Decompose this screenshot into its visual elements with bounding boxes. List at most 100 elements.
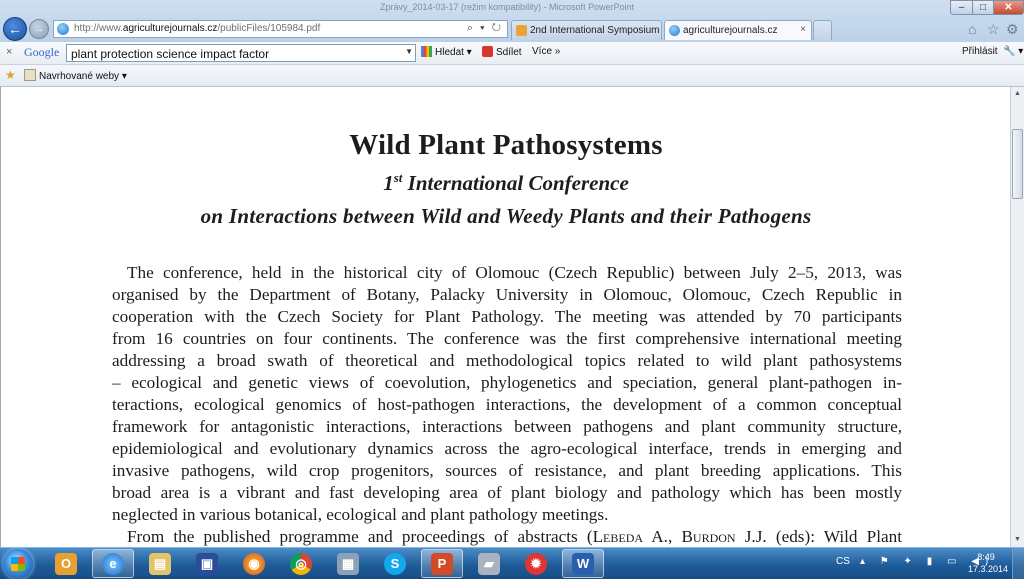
google-toolbar: × Google plant protection science impact… [0,42,1024,65]
pdf-viewport[interactable]: Wild Plant Pathosystems 1st Internationa… [0,87,1010,547]
subtitle-conference-text: International Conference [402,171,629,195]
favorites-star-icon[interactable]: ☆ [987,21,1000,38]
subtitle-ordinal: 1 [383,171,394,195]
minimize-button[interactable]: – [950,0,973,15]
maximize-button[interactable]: □ [972,0,994,15]
document-title: Wild Plant Pathosystems [349,129,663,161]
taskbar-calculator[interactable]: ▦ [327,549,369,578]
last-line-end: J.J. (eds): Wild Plant [735,527,902,546]
document-subtitle-conference: 1st International Conference [1,170,1010,196]
taskbar-skype[interactable]: S [374,549,416,578]
tab-close-icon[interactable]: × [800,24,806,35]
scroll-down-icon[interactable]: ▼ [1011,533,1024,547]
browser-title-bar: Zprávy_2014-03-17 (režim kompatibility) … [0,0,1024,43]
tab-symposium[interactable]: 2nd International Symposium ... [511,20,662,40]
clock-date: 17.3.2014 [968,564,1009,574]
author-name-1: Lebeda A. [592,527,668,546]
arrow-right-icon: → [33,23,45,35]
paragraph-line: cooperation with the Czech Society for P… [112,307,902,326]
paragraph-line: broad area is a vibrant and fast develop… [112,483,902,502]
tab-favicon-icon [516,25,527,36]
paragraph-line: invasive pathogens, wild crop progenitor… [112,461,902,480]
search-button-label: Hledat ▾ [435,47,472,58]
google-logo-text: Google [24,45,60,59]
search-value: plant protection science impact factor [71,47,270,61]
floppy-disk-icon: ▣ [196,552,218,575]
paragraph-line: epidemiological and evolutionary dynamic… [112,439,902,458]
wrench-icon[interactable]: 🔧 ▾ [1003,46,1023,57]
favorites-bar: ★ Navrhované weby ▾ [0,65,1024,87]
close-window-button[interactable]: ✕ [993,0,1024,15]
share-button[interactable]: Sdílet [482,46,522,58]
paragraph-line: neglected in various botanical, ecologic… [112,505,609,524]
tab-label: 2nd International Symposium ... [530,25,662,36]
url-prefix: http://www. [74,23,123,34]
paragraph-line: teractions, ecological genomics of host-… [112,395,902,414]
taskbar-red-app[interactable]: ✹ [515,549,557,578]
close-toolbar-icon[interactable]: × [6,46,12,58]
home-icon[interactable]: ⌂ [968,21,976,37]
show-desktop-button[interactable] [1012,548,1024,579]
paragraph-line: from 16 countries on four continents. Th… [112,329,902,348]
google-search-button[interactable]: Hledat ▾ [421,46,472,58]
paragraph-line-last: From the published programme and proceed… [127,526,902,547]
paragraph-line: addressing a broad swath of theoretical … [112,351,902,370]
clock[interactable]: 8:49 17.3.2014 [968,551,1009,575]
paragraph-line: – ecological and genetic views of coevol… [112,373,902,392]
google-g-icon [421,46,432,57]
paragraph-line: The conference, held in the historical c… [127,263,902,282]
taskbar-outlook[interactable]: O [45,549,87,578]
google-search-input[interactable]: plant protection science impact factor ▼ [66,44,416,62]
suggested-sites-button[interactable]: Navrhované weby ▾ [24,69,127,82]
search-refresh-icons[interactable]: ⌕ ▾ ↻ [467,22,503,35]
taskbar-save-app[interactable]: ▣ [186,549,228,578]
internet-explorer-icon: e [102,552,124,575]
taskbar-powerpoint[interactable]: P [421,549,463,578]
red-splash-icon: ✹ [525,552,547,575]
scroll-up-icon[interactable]: ▲ [1011,87,1024,101]
tab-agriculturejournals[interactable]: agriculturejournals.cz × [664,20,812,40]
back-button[interactable]: ← [3,17,27,41]
more-button[interactable]: Více » [532,46,560,57]
site-globe-icon [57,23,69,35]
powerpoint-icon: P [431,552,453,575]
language-indicator[interactable]: CS [836,556,850,567]
url-domain: agriculturejournals.cz [122,23,218,34]
windows-taskbar: O e ▤ ▣ ◉ ◎ ▦ S P ▰ ✹ W CS ▴ ⚑ ✦ ▮ ▭ ◀) … [0,547,1024,579]
start-button[interactable] [3,549,33,579]
scroll-thumb[interactable] [1012,129,1023,199]
forward-button[interactable]: → [29,19,49,39]
chrome-icon: ◎ [290,552,312,575]
window-title: Zprávy_2014-03-17 (režim kompatibility) … [380,2,635,12]
share-button-label: Sdílet [496,47,522,58]
share-icon [482,46,493,57]
favorites-add-icon[interactable]: ★ [5,68,16,82]
taskbar-chrome[interactable]: ◎ [280,549,322,578]
address-bar[interactable]: http://www.agriculturejournals.cz/public… [53,20,508,38]
dropdown-arrow-icon[interactable]: ▼ [405,47,413,56]
new-tab-button[interactable] [813,20,832,40]
clock-time: 8:49 [977,552,995,562]
suggested-sites-label: Navrhované weby ▾ [39,71,127,82]
url-path: /publicFiles/105984.pdf [217,23,321,34]
windows-logo-icon [11,557,25,571]
paragraph-line: framework for antagonistic interactions,… [112,417,902,436]
folder-icon: ▤ [149,552,171,575]
word-icon: W [572,552,594,575]
taskbar-firefox[interactable]: ◉ [233,549,275,578]
firefox-icon: ◉ [243,552,265,575]
sign-in-button[interactable]: Přihlásit [962,46,998,57]
gear-icon[interactable]: ⚙ [1006,21,1019,38]
google-logo: Google [24,45,59,60]
address-url[interactable]: http://www.agriculturejournals.cz/public… [74,23,320,34]
taskbar-scanner[interactable]: ▰ [468,549,510,578]
taskbar-file-explorer[interactable]: ▤ [139,549,181,578]
taskbar-internet-explorer[interactable]: e [92,549,134,578]
suggested-sites-icon [24,69,36,81]
scanner-icon: ▰ [478,552,500,575]
vertical-scrollbar[interactable]: ▲ ▼ [1010,87,1024,547]
author-name-2: Burdon [681,527,736,546]
taskbar-word[interactable]: W [562,549,604,578]
document-subtitle-topic: on Interactions between Wild and Weedy P… [200,204,812,228]
arrow-left-icon: ← [8,21,22,37]
